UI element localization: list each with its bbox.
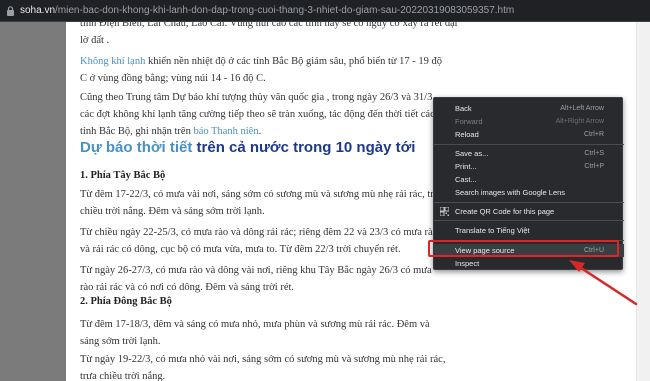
paragraph-partial-end: lờ đất . bbox=[80, 35, 110, 46]
paragraph-forecast-4: Từ đêm 17-18/3, đêm và sáng có mưa nhỏ, … bbox=[80, 319, 430, 347]
menu-item-back[interactable]: Back Alt+Left Arrow bbox=[434, 102, 624, 115]
link-bao-thanh-nien[interactable]: báo Thanh niên bbox=[193, 126, 258, 137]
menu-item-inspect[interactable]: Inspect bbox=[434, 257, 624, 270]
url-host: soha.vn bbox=[20, 5, 56, 16]
article-content: tỉnh Điện Biên, Lai Châu, Lào Cai. Vùng … bbox=[66, 22, 458, 381]
link-du-bao-thoi-tiet[interactable]: Dự báo thời tiết bbox=[80, 139, 192, 156]
menu-separator bbox=[434, 220, 624, 221]
lock-icon[interactable] bbox=[6, 6, 15, 16]
page-side-gutter bbox=[0, 22, 66, 381]
paragraph-forecast-2: Từ chiều ngày 22-25/3, có mưa rào và dôn… bbox=[80, 227, 438, 255]
url-path: /mien-bac-don-khong-khi-lanh-don-dap-tro… bbox=[55, 5, 515, 16]
menu-separator bbox=[434, 144, 624, 145]
link-khong-khi-lanh[interactable]: Không khí lạnh bbox=[80, 56, 145, 67]
paragraph-forecast-3: Từ ngày 26-27/3, có mưa rào và dông vài … bbox=[80, 265, 432, 293]
menu-item-print[interactable]: Print... Ctrl+P bbox=[434, 160, 624, 173]
menu-item-save-as[interactable]: Save as... Ctrl+S bbox=[434, 147, 624, 160]
menu-item-translate[interactable]: Translate to Tiếng Việt bbox=[434, 224, 624, 237]
subheading-tay-bac-bo: 1. Phía Tây Bắc Bộ bbox=[80, 170, 166, 181]
url-text[interactable]: soha.vn/mien-bac-don-khong-khi-lanh-don-… bbox=[20, 4, 514, 18]
menu-item-search-images[interactable]: Search images with Google Lens bbox=[434, 186, 624, 199]
paragraph-partial: tỉnh Điện Biên, Lai Châu, Lào Cai. Vùng … bbox=[80, 22, 458, 29]
scrollbar[interactable] bbox=[636, 22, 650, 381]
section-heading: Dự báo thời tiết trên cả nước trong 10 n… bbox=[80, 139, 416, 156]
highlight-box bbox=[428, 240, 619, 257]
menu-item-reload[interactable]: Reload Ctrl+R bbox=[434, 128, 624, 141]
menu-item-cast[interactable]: Cast... bbox=[434, 173, 624, 186]
menu-item-create-qr[interactable]: Create QR Code for this page bbox=[434, 205, 624, 218]
paragraph-forecast-1: Từ đêm 17-22/3, có mưa vài nơi, sáng sớm… bbox=[80, 189, 445, 217]
menu-separator bbox=[434, 202, 624, 203]
paragraph-forecast-center: Cũng theo Trung tâm Dự báo khí tượng thủ… bbox=[80, 92, 435, 137]
menu-item-forward[interactable]: Forward Alt+Right Arrow bbox=[434, 115, 624, 128]
subheading-dong-bac-bo: 2. Phía Đông Bắc Bộ bbox=[80, 296, 172, 307]
qr-code-icon bbox=[440, 207, 449, 216]
paragraph-forecast-5: Từ ngày 19-22/3, có mưa nhỏ vài nơi, sán… bbox=[80, 354, 446, 381]
paragraph-cold-air: Không khí lạnh khiến nền nhiệt độ ở các … bbox=[80, 56, 443, 84]
address-bar[interactable]: soha.vn/mien-bac-don-khong-khi-lanh-don-… bbox=[0, 0, 650, 22]
